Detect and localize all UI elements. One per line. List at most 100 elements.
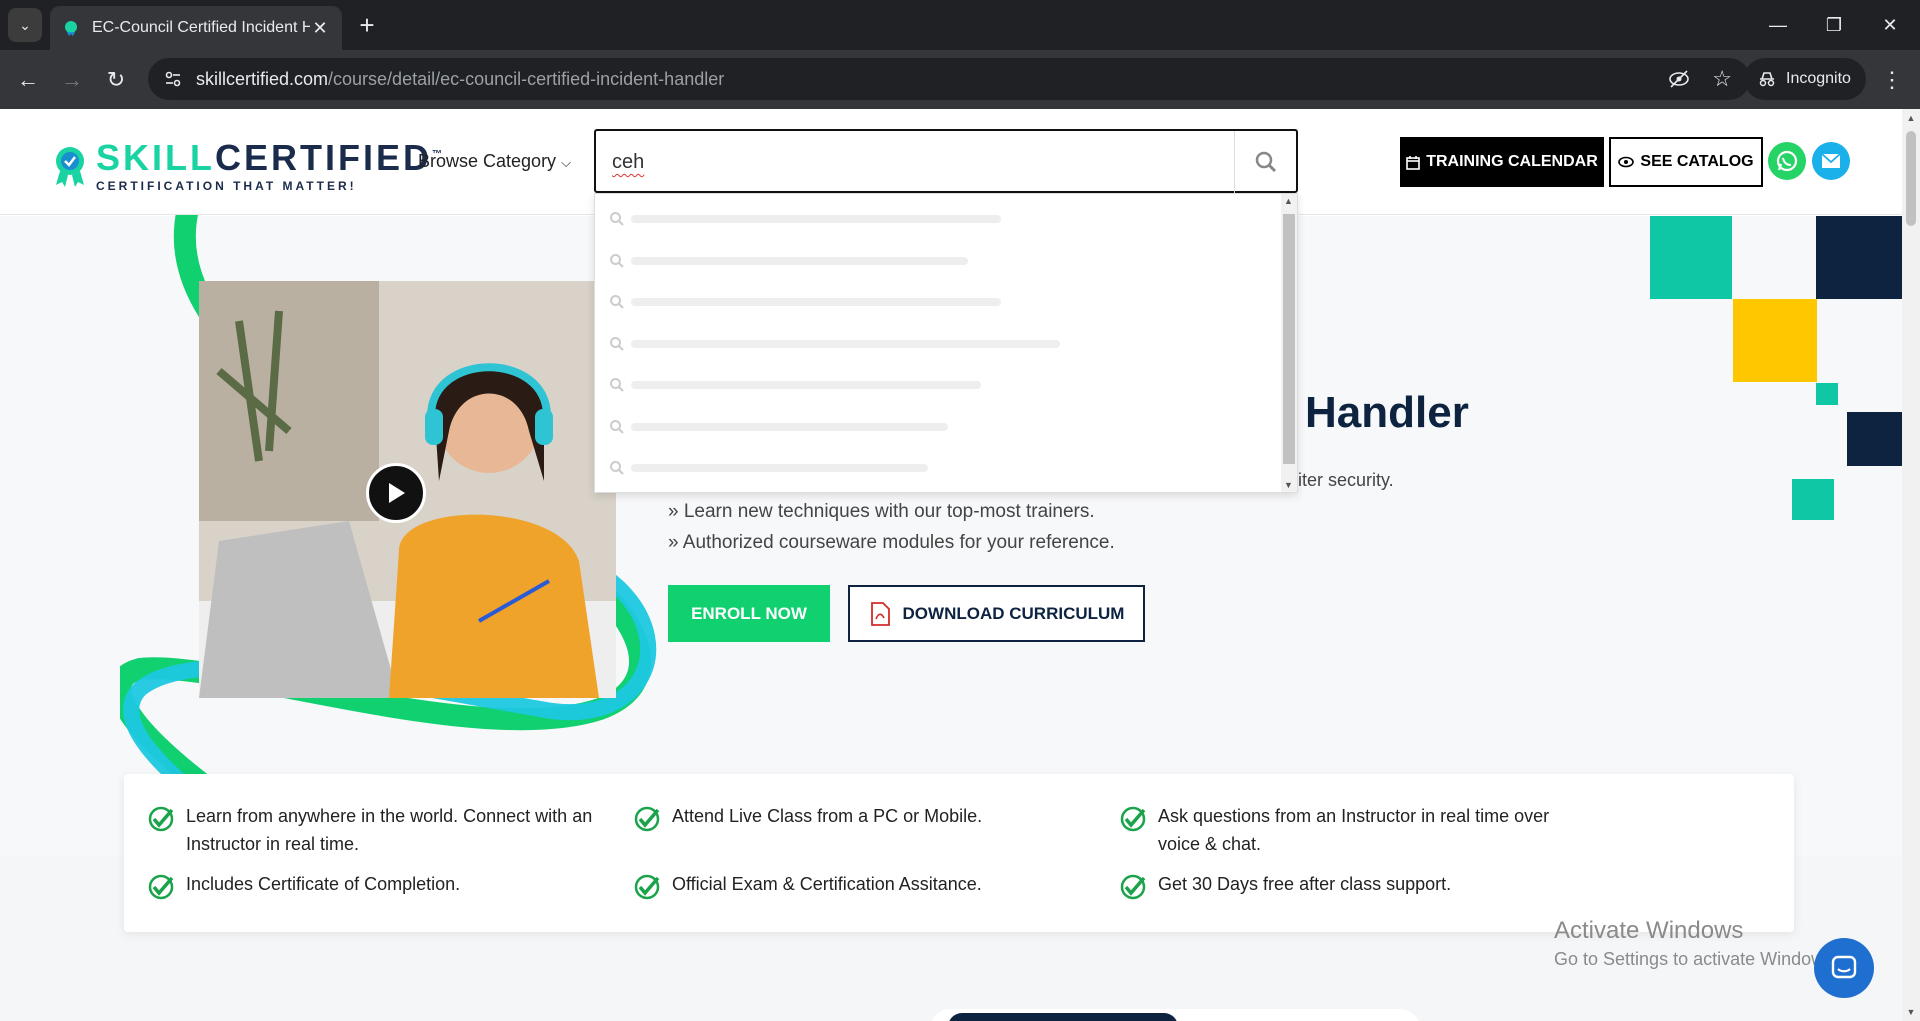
search-suggestions-dropdown: ▲ ▼ <box>594 193 1298 493</box>
forward-button[interactable]: → <box>56 64 88 96</box>
feature-item: Get 30 Days free after class support. <box>1120 870 1578 900</box>
course-subtitle-fragment: iter security. <box>1298 470 1394 490</box>
search-icon <box>610 419 624 434</box>
browser-toolbar: ← → ↻ skillcertified.com/course/detail/e… <box>0 50 1920 109</box>
feature-item: Attend Live Class from a PC or Mobile. <box>634 802 1092 832</box>
dropdown-scrollbar-thumb[interactable] <box>1283 214 1295 464</box>
url-path: /course/detail/ec-council-certified-inci… <box>328 68 725 89</box>
suggestion-item[interactable] <box>609 252 968 270</box>
bottom-tab-bar <box>930 1009 1420 1021</box>
watermark-subtitle: Go to Settings to activate Windows. <box>1554 949 1839 969</box>
browse-category-label: Browse Category <box>418 151 557 171</box>
email-button[interactable] <box>1812 142 1850 180</box>
url-host: skillcertified.com <box>196 68 329 89</box>
chat-launcher-button[interactable] <box>1814 938 1874 998</box>
feature-text: Learn from anywhere in the world. Connec… <box>186 806 593 854</box>
see-catalog-label: SEE CATALOG <box>1640 153 1754 170</box>
web-page: Handler iter security. » Learn new techn… <box>0 109 1902 1021</box>
favicon-icon <box>65 21 77 36</box>
mail-icon <box>1821 153 1841 168</box>
eye-icon <box>1618 156 1635 168</box>
suggestion-placeholder <box>631 298 1001 306</box>
whatsapp-button[interactable] <box>1768 142 1806 180</box>
suggestion-placeholder <box>631 422 948 431</box>
download-curriculum-button[interactable]: DOWNLOAD CURRICULUM <box>848 585 1145 642</box>
page-scrollbar-thumb[interactable] <box>1906 131 1916 226</box>
close-tab-icon[interactable]: ✕ <box>310 18 330 39</box>
search-icon <box>610 378 624 392</box>
search-icon <box>610 253 624 268</box>
suggestion-placeholder <box>631 464 928 472</box>
suggestion-item[interactable] <box>609 376 981 394</box>
reload-button[interactable]: ↻ <box>100 64 132 96</box>
play-icon <box>389 483 405 503</box>
download-curriculum-label: DOWNLOAD CURRICULUM <box>902 603 1125 623</box>
search-button[interactable] <box>1234 131 1296 193</box>
tracking-protection-icon[interactable] <box>1668 68 1690 90</box>
site-info-icon[interactable] <box>164 70 182 88</box>
see-catalog-button[interactable]: SEE CATALOG <box>1609 137 1763 187</box>
bookmark-star-icon[interactable]: ☆ <box>1712 66 1732 92</box>
search-icon <box>610 336 624 351</box>
check-icon <box>1120 806 1146 832</box>
incognito-badge[interactable]: Incognito <box>1744 58 1866 100</box>
page-scrollbar[interactable]: ▲ ▼ <box>1902 109 1920 1021</box>
hero-bullet: » Authorized courseware modules for your… <box>668 532 1115 553</box>
back-button[interactable]: ← <box>12 64 44 96</box>
logo-badge-icon <box>56 147 84 187</box>
feature-text: Get 30 Days free after class support. <box>1158 874 1452 894</box>
suggestion-item[interactable] <box>609 418 948 436</box>
incognito-label: Incognito <box>1786 70 1851 87</box>
suggestion-item[interactable] <box>609 459 928 477</box>
deco-square <box>1816 383 1838 405</box>
suggestion-item[interactable] <box>609 210 1001 228</box>
feature-item: Official Exam & Certification Assitance. <box>634 870 1092 900</box>
restore-button[interactable]: ❐ <box>1814 10 1854 40</box>
suggestion-placeholder <box>631 339 1060 348</box>
feature-text: Includes Certificate of Completion. <box>186 874 461 894</box>
course-title: Handler <box>1305 388 1469 437</box>
feature-text: Attend Live Class from a PC or Mobile. <box>672 806 983 826</box>
chevron-down-icon: ⌵ <box>561 155 571 170</box>
page-scroll-up-icon[interactable]: ▲ <box>1906 113 1916 123</box>
logo-wordmark: SKILLCERTIFIED™ <box>96 137 446 178</box>
watermark-title: Activate Windows <box>1554 917 1744 944</box>
deco-square <box>1847 412 1902 466</box>
search-icon <box>1255 151 1276 173</box>
deco-square <box>1650 216 1732 299</box>
tab-bar: ⌄ EC-Council Certified Incident H ✕ + — … <box>0 0 1920 50</box>
search-input[interactable]: ceh <box>612 151 644 174</box>
address-bar[interactable]: skillcertified.com/course/detail/ec-coun… <box>148 58 1750 100</box>
browse-category-dropdown[interactable]: Browse Category ⌵ <box>418 151 571 172</box>
search-icon <box>610 295 624 309</box>
check-icon <box>1120 874 1146 900</box>
suggestion-placeholder <box>631 381 981 389</box>
enroll-now-button[interactable]: ENROLL NOW <box>668 585 830 642</box>
scroll-down-icon[interactable]: ▼ <box>1284 480 1293 490</box>
features-card: Learn from anywhere in the world. Connec… <box>124 774 1794 932</box>
search-icon <box>610 212 624 226</box>
feature-text: Ask questions from an Instructor in real… <box>1158 806 1550 854</box>
check-icon <box>148 874 174 900</box>
training-calendar-label: TRAINING CALENDAR <box>1426 153 1598 170</box>
close-window-button[interactable]: ✕ <box>1870 10 1910 40</box>
new-tab-button[interactable]: + <box>352 10 382 40</box>
active-tab[interactable]: EC-Council Certified Incident H ✕ <box>50 6 342 50</box>
page-scroll-down-icon[interactable]: ▼ <box>1906 1007 1916 1017</box>
training-calendar-button[interactable]: TRAINING CALENDAR <box>1400 137 1604 187</box>
check-icon <box>148 806 174 832</box>
tab-title: EC-Council Certified Incident H <box>92 19 310 36</box>
suggestion-item[interactable] <box>609 293 1001 311</box>
dropdown-scrollbar[interactable]: ▲ ▼ <box>1281 194 1297 492</box>
minimize-button[interactable]: — <box>1758 10 1798 40</box>
browser-menu-icon[interactable]: ⋮ <box>1880 64 1904 96</box>
suggestion-item[interactable] <box>609 335 1060 353</box>
tab-search-button[interactable]: ⌄ <box>8 8 42 42</box>
check-icon <box>634 874 660 900</box>
search-box: ceh <box>594 129 1298 194</box>
scroll-up-icon[interactable]: ▲ <box>1284 196 1293 206</box>
site-logo[interactable]: SKILLCERTIFIED™ CERTIFICATION THAT MATTE… <box>52 137 442 193</box>
bottom-tab-active[interactable] <box>948 1013 1178 1021</box>
play-video-button[interactable] <box>366 463 426 523</box>
whatsapp-icon <box>1776 150 1798 172</box>
